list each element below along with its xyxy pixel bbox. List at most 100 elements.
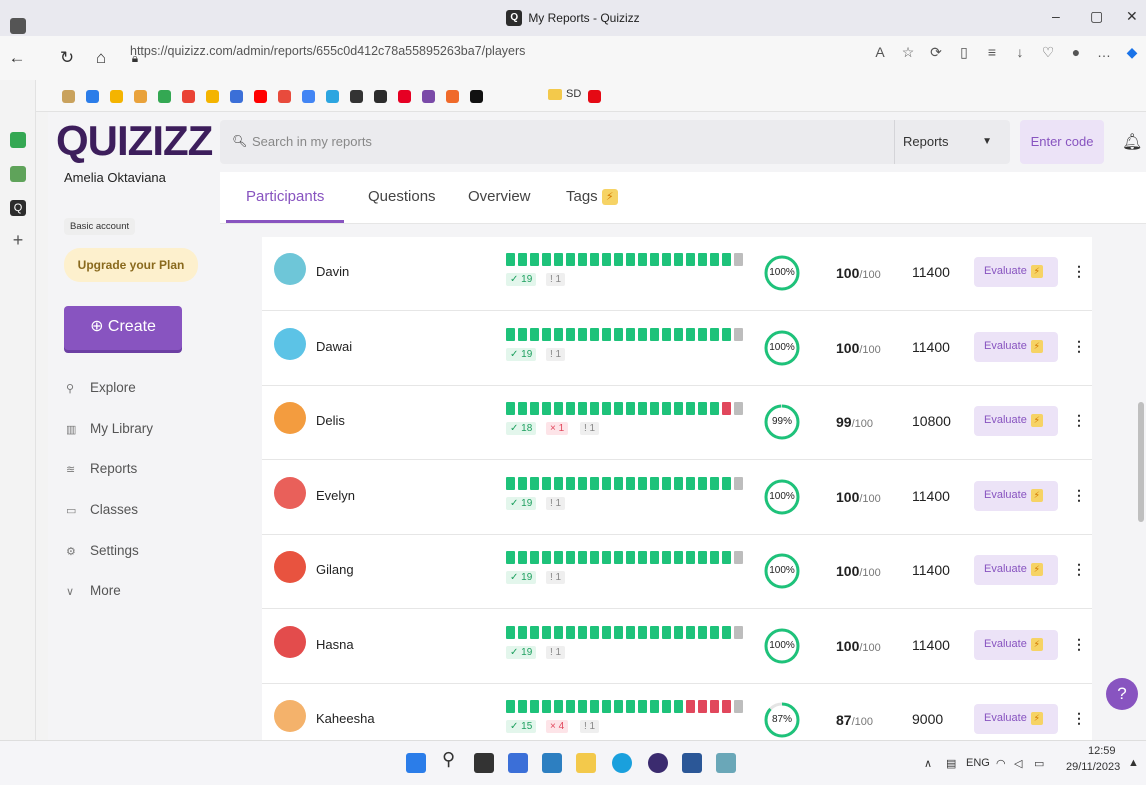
read-aloud-icon[interactable]: A <box>866 44 894 61</box>
notification-icon[interactable]: ▲ <box>1128 757 1139 769</box>
back-icon[interactable]: ← <box>0 48 34 68</box>
nav-more[interactable]: ∨ More <box>66 583 121 598</box>
participant-row[interactable]: Kaheesha ✓ 15 × 4 ! 1 87% 87/100 9000 Evaluate ⚡… <box>262 684 1092 740</box>
participant-row[interactable]: Gilang ✓ 19 ! 1 100% 100/100 11400 Evaluate ⚡︎ ⋮ <box>262 535 1092 609</box>
bookmark-icon[interactable] <box>110 90 123 103</box>
evaluate-button[interactable]: Evaluate ⚡︎ <box>974 629 1058 660</box>
participant-row[interactable]: Evelyn ✓ 19 ! 1 100% 100/100 11400 Evaluate ⚡︎ ⋮ <box>262 461 1092 535</box>
tab-actions-icon[interactable] <box>10 18 26 34</box>
participant-name[interactable]: Hasna <box>316 637 354 652</box>
taskbar-app-icon[interactable] <box>716 753 736 773</box>
edge-taskbar-icon[interactable] <box>612 753 632 773</box>
more-options-icon[interactable]: ⋮ <box>1072 263 1086 280</box>
tab-participants[interactable]: Participants <box>246 188 324 205</box>
help-button[interactable]: ? <box>1106 678 1138 710</box>
enter-code-button[interactable]: Enter code <box>1020 120 1104 164</box>
word-icon[interactable] <box>682 753 702 773</box>
drive-bookmark-icon[interactable] <box>158 90 171 103</box>
search-taskbar-icon[interactable]: ⚲ <box>442 749 462 769</box>
bookmark-icon[interactable] <box>230 90 243 103</box>
clock-time[interactable]: 12:59 <box>1088 745 1116 757</box>
x-bookmark-icon[interactable] <box>470 90 483 103</box>
drive-sidebar-icon[interactable] <box>10 132 26 148</box>
participant-row[interactable]: Davin ✓ 19 ! 1 100% 100/100 11400 Evaluate ⚡︎ ⋮ <box>262 237 1092 311</box>
clock-date[interactable]: 29/11/2023 <box>1066 761 1120 773</box>
notification-bell-icon[interactable]: 🔔︎ <box>1122 132 1142 152</box>
favorites-list-icon[interactable]: ≡ <box>978 44 1006 61</box>
split-screen-icon[interactable]: ▯ <box>950 44 978 61</box>
telegram-bookmark-icon[interactable] <box>326 90 339 103</box>
refresh-icon[interactable]: ↻ <box>50 48 84 68</box>
bookmark-folder-sd[interactable]: SD <box>548 88 581 100</box>
tab-overview[interactable]: Overview <box>468 188 531 205</box>
battery-icon[interactable]: ▭ <box>1034 757 1044 770</box>
start-icon[interactable] <box>406 753 426 773</box>
nav-explore[interactable]: ⚲ Explore <box>66 380 136 395</box>
more-menu-icon[interactable]: … <box>1090 44 1118 61</box>
tray-chevron-icon[interactable]: ∧ <box>924 757 932 770</box>
participant-row[interactable]: Dawai ✓ 19 ! 1 100% 100/100 11400 Evaluate ⚡︎ ⋮ <box>262 312 1092 386</box>
more-options-icon[interactable]: ⋮ <box>1072 487 1086 504</box>
sheets-sidebar-icon[interactable] <box>10 166 26 182</box>
evaluate-button[interactable]: Evaluate ⚡︎ <box>974 406 1058 436</box>
taskbar-app-icon[interactable] <box>648 753 668 773</box>
url-field[interactable]: https://quizizz.com/admin/reports/655c0d… <box>130 44 525 58</box>
nav-my-library[interactable]: ▥ My Library <box>66 421 153 436</box>
scrollbar[interactable] <box>1138 402 1144 522</box>
quizizz-sidebar-icon[interactable]: Q <box>10 200 26 216</box>
shopee-bookmark-icon[interactable] <box>446 90 459 103</box>
create-button[interactable]: ⊕ Create <box>64 306 182 350</box>
evaluate-button[interactable]: Evaluate ⚡︎ <box>974 257 1058 287</box>
bookmark-icon[interactable] <box>278 90 291 103</box>
close-button[interactable]: ✕ <box>1126 8 1138 25</box>
nav-settings[interactable]: ⚙ Settings <box>66 543 139 558</box>
bookmark-icon[interactable] <box>86 90 99 103</box>
participant-row[interactable]: Hasna ✓ 19 ! 1 100% 100/100 11400 Evaluate ⚡︎ ⋮ <box>262 610 1092 684</box>
notion-bookmark-icon[interactable] <box>350 90 363 103</box>
health-icon[interactable]: ♡ <box>1034 44 1062 61</box>
more-options-icon[interactable]: ⋮ <box>1072 561 1086 578</box>
gmail-bookmark-icon[interactable] <box>182 90 195 103</box>
profile-avatar-icon[interactable]: ● <box>1062 44 1090 61</box>
tab-questions[interactable]: Questions <box>368 188 436 205</box>
more-options-icon[interactable]: ⋮ <box>1072 412 1086 429</box>
language-indicator[interactable]: ENG <box>966 757 990 769</box>
more-options-icon[interactable]: ⋮ <box>1072 338 1086 355</box>
netflix-bookmark-icon[interactable] <box>588 90 601 103</box>
tab-tags[interactable]: Tags ⚡︎ <box>566 188 618 205</box>
volume-icon[interactable]: ◁ <box>1014 757 1022 770</box>
quizizz-bookmark-icon[interactable] <box>374 90 387 103</box>
copilot-icon[interactable]: ◆ <box>1118 44 1146 61</box>
evaluate-button[interactable]: Evaluate ⚡︎ <box>974 555 1058 585</box>
favorite-star-icon[interactable]: ☆ <box>894 44 922 61</box>
evaluate-button[interactable]: Evaluate ⚡︎ <box>974 480 1058 511</box>
participant-name[interactable]: Dawai <box>316 339 352 354</box>
extensions-icon[interactable]: ⟳ <box>922 44 950 61</box>
participant-row[interactable]: Delis ✓ 18 × 1 ! 1 99% 99/100 10800 Evaluate ⚡︎ ⋮ <box>262 386 1092 460</box>
bookmark-icon[interactable] <box>422 90 435 103</box>
participant-name[interactable]: Davin <box>316 264 349 279</box>
nav-reports[interactable]: ≊ Reports <box>66 461 137 476</box>
task-view-icon[interactable] <box>474 753 494 773</box>
participant-name[interactable]: Kaheesha <box>316 711 375 726</box>
reports-dropdown[interactable]: Reports ▼ <box>894 120 1004 164</box>
pinterest-bookmark-icon[interactable] <box>398 90 411 103</box>
youtube-bookmark-icon[interactable] <box>254 90 267 103</box>
bookmark-icon[interactable] <box>134 90 147 103</box>
home-icon[interactable]: ⌂ <box>84 48 118 68</box>
search-input[interactable]: Search in my reports <box>252 134 372 149</box>
upgrade-plan-button[interactable]: Upgrade your Plan <box>64 248 198 282</box>
more-options-icon[interactable]: ⋮ <box>1072 710 1086 727</box>
maximize-button[interactable]: ▢ <box>1090 8 1103 25</box>
add-icon[interactable]: + <box>10 231 26 249</box>
participant-name[interactable]: Gilang <box>316 562 354 577</box>
evaluate-button[interactable]: Evaluate ⚡︎ <box>974 331 1058 362</box>
google-bookmark-icon[interactable] <box>302 90 315 103</box>
wifi-icon[interactable]: ◠ <box>996 757 1006 770</box>
keyboard-icon[interactable]: ▤ <box>946 757 956 770</box>
bookmark-icon[interactable] <box>206 90 219 103</box>
participant-name[interactable]: Delis <box>316 413 345 428</box>
download-icon[interactable]: ↓ <box>1006 44 1034 61</box>
taskbar-app-icon[interactable] <box>542 753 562 773</box>
participant-name[interactable]: Evelyn <box>316 488 355 503</box>
